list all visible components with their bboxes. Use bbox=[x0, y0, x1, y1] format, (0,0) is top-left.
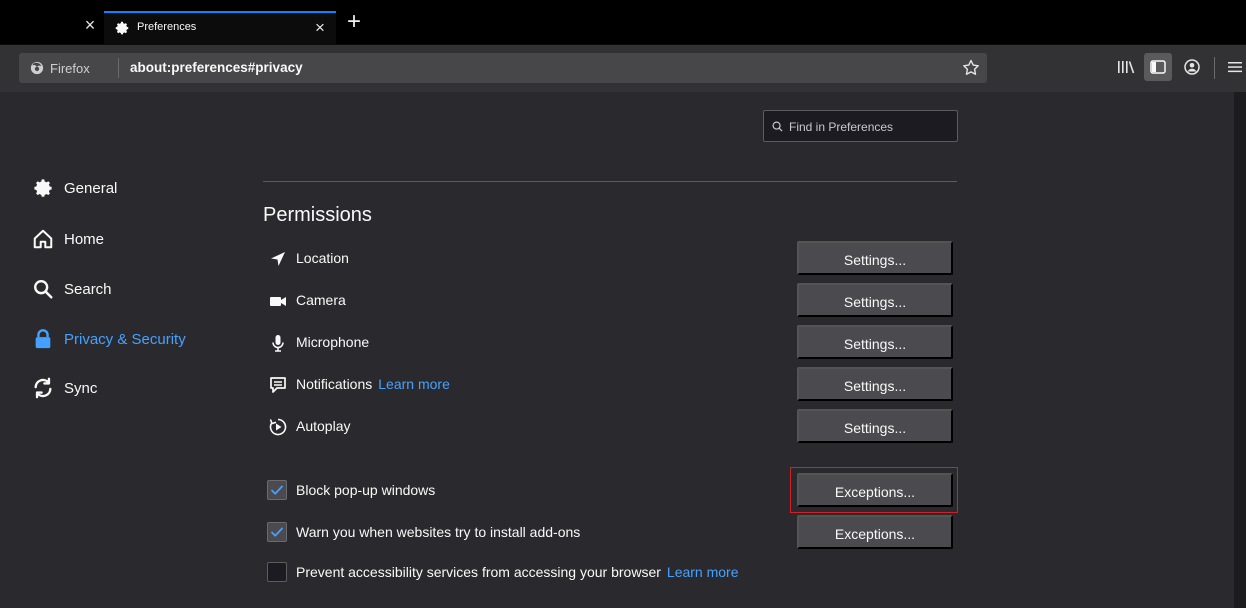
permission-label: Microphone bbox=[296, 334, 370, 350]
preferences-content: Find in Preferences General Home Search … bbox=[0, 92, 1234, 608]
warn-addons-row: Warn you when websites try to install ad… bbox=[263, 515, 953, 549]
search-icon bbox=[772, 121, 783, 132]
microphone-icon bbox=[272, 335, 284, 352]
menu-icon[interactable] bbox=[1227, 59, 1243, 75]
accessibility-row: Prevent accessibility services from acce… bbox=[263, 555, 953, 589]
sidebar-item-home[interactable]: Home bbox=[32, 225, 104, 253]
sidebar-item-label: Search bbox=[64, 280, 112, 298]
autoplay-settings-button[interactable]: Settings... bbox=[797, 409, 953, 443]
permission-row-notifications: Notifications Learn more Settings... bbox=[269, 367, 953, 401]
sidebar-item-search[interactable]: Search bbox=[32, 275, 112, 303]
accessibility-label-text: Prevent accessibility services from acce… bbox=[296, 564, 661, 580]
accessibility-learn-more-link[interactable]: Learn more bbox=[667, 564, 739, 580]
tab-close-button[interactable]: × bbox=[310, 18, 330, 38]
location-settings-button[interactable]: Settings... bbox=[797, 241, 953, 275]
sidebar-item-label: Privacy & Security bbox=[64, 330, 186, 348]
notifications-settings-button[interactable]: Settings... bbox=[797, 367, 953, 401]
new-tab-button[interactable]: + bbox=[342, 10, 366, 35]
sync-icon bbox=[34, 377, 52, 399]
url-fragment: #privacy bbox=[247, 60, 303, 75]
toolbar-separator bbox=[1214, 57, 1215, 79]
warn-addons-checkbox[interactable] bbox=[267, 522, 287, 542]
permission-row-microphone: Microphone Settings... bbox=[269, 325, 953, 359]
permission-label-text: Notifications bbox=[296, 376, 373, 392]
checkmark-icon bbox=[271, 527, 283, 537]
checkmark-icon bbox=[271, 485, 283, 495]
sidebar-button[interactable] bbox=[1144, 53, 1172, 81]
section-divider bbox=[263, 181, 957, 182]
permission-row-autoplay: Autoplay Settings... bbox=[269, 409, 953, 443]
accessibility-label: Prevent accessibility services from acce… bbox=[296, 564, 739, 580]
home-icon bbox=[33, 229, 53, 249]
sidebar-item-label: Sync bbox=[64, 379, 98, 397]
notification-icon bbox=[270, 377, 286, 393]
sidebar-icon bbox=[1150, 60, 1166, 74]
permission-label: Camera bbox=[296, 292, 346, 308]
permission-label: Autoplay bbox=[296, 418, 351, 434]
notifications-learn-more-link[interactable]: Learn more bbox=[378, 376, 450, 392]
vertical-scrollbar[interactable] bbox=[1234, 92, 1246, 608]
addons-exceptions-button[interactable]: Exceptions... bbox=[797, 515, 953, 549]
gear-icon bbox=[34, 179, 52, 197]
block-popups-label: Block pop-up windows bbox=[296, 482, 436, 498]
camera-settings-button[interactable]: Settings... bbox=[797, 283, 953, 317]
sidebar-item-general[interactable]: General bbox=[32, 174, 117, 202]
tab-title: Preferences bbox=[137, 21, 197, 33]
url-bar[interactable]: Firefox about:preferences#privacy bbox=[19, 53, 987, 83]
star-icon[interactable] bbox=[961, 58, 981, 78]
block-popups-checkbox[interactable] bbox=[267, 480, 287, 500]
account-icon[interactable] bbox=[1183, 58, 1201, 76]
sidebar-item-label: Home bbox=[64, 230, 105, 248]
camera-icon bbox=[270, 297, 286, 306]
permission-label: Location bbox=[296, 250, 349, 266]
sidebar-item-label: General bbox=[64, 179, 118, 197]
url-text[interactable]: about:preferences#privacy bbox=[130, 60, 303, 75]
search-icon bbox=[34, 280, 53, 299]
section-title-permissions: Permissions bbox=[263, 204, 372, 226]
library-icon[interactable] bbox=[1117, 59, 1135, 75]
permission-row-location: Location Settings... bbox=[269, 241, 953, 275]
permission-row-camera: Camera Settings... bbox=[269, 283, 953, 317]
permission-label: Notifications Learn more bbox=[296, 376, 450, 392]
tab-preferences[interactable]: Preferences × bbox=[104, 11, 336, 44]
lock-icon bbox=[35, 329, 51, 349]
gear-icon bbox=[115, 21, 129, 35]
close-tab-button[interactable]: × bbox=[80, 15, 100, 35]
microphone-settings-button[interactable]: Settings... bbox=[797, 325, 953, 359]
identity-box[interactable]: Firefox bbox=[30, 60, 90, 76]
tab-strip: × Preferences × + bbox=[0, 0, 1246, 44]
location-icon bbox=[271, 252, 285, 266]
warn-addons-label: Warn you when websites try to install ad… bbox=[296, 524, 581, 540]
annotation-highlight-box bbox=[790, 467, 958, 513]
search-input[interactable]: Find in Preferences bbox=[763, 110, 958, 142]
autoplay-icon bbox=[269, 418, 287, 436]
firefox-icon bbox=[30, 61, 44, 75]
sidebar-item-privacy-security[interactable]: Privacy & Security bbox=[32, 325, 186, 353]
search-placeholder: Find in Preferences bbox=[789, 120, 894, 134]
url-host: about:preferences bbox=[130, 60, 248, 75]
navigation-toolbar: Firefox about:preferences#privacy bbox=[0, 44, 1246, 92]
identity-label: Firefox bbox=[50, 60, 90, 76]
block-accessibility-checkbox[interactable] bbox=[267, 562, 287, 582]
sidebar-item-sync[interactable]: Sync bbox=[32, 374, 97, 402]
url-separator bbox=[118, 58, 119, 78]
